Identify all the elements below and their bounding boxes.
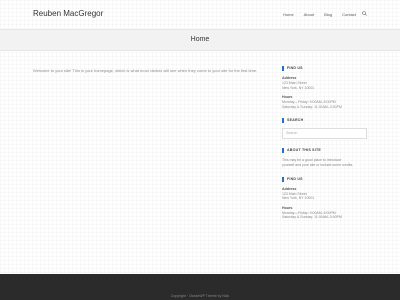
find-us-widget: FIND US Address 123 Main Street New York…	[282, 66, 368, 109]
widget-title: SEARCH	[282, 118, 368, 124]
widget-title: FIND US	[282, 176, 368, 182]
page-title: Home	[190, 36, 210, 43]
nav-item-home[interactable]: Home	[283, 12, 294, 17]
main-navigation: Home About Blog Contact	[283, 12, 366, 17]
nav-item-blog[interactable]: Blog	[324, 12, 332, 17]
about-text: yourself and your site or include some c…	[282, 162, 354, 167]
hours-line: Saturday & Sunday: 11:00AM–3:00PM	[282, 104, 342, 109]
site-footer: Copyright · OceanWP Theme by Nick	[0, 274, 400, 300]
nav-item-contact[interactable]: Contact	[342, 12, 356, 17]
search-icon[interactable]	[362, 11, 367, 16]
search-input[interactable]: Search	[282, 128, 367, 140]
search-widget: SEARCH Search	[282, 118, 368, 140]
site-header: Reuben MacGregor Home About Blog Contact	[0, 0, 400, 29]
address-line: New York, NY 10001	[282, 196, 315, 201]
address-line: New York, NY 10001	[282, 85, 315, 90]
about-widget: ABOUT THIS SITE This may be a good place…	[282, 148, 368, 167]
hours-line: Saturday & Sunday: 11:00AM–3:00PM	[282, 215, 342, 220]
page-header: Home	[0, 29, 400, 51]
nav-item-about[interactable]: About	[304, 12, 314, 17]
find-us-widget: FIND US Address 123 Main Street New York…	[282, 176, 368, 220]
intro-text: Welcome to your site! This is your homep…	[33, 68, 258, 73]
copyright-text: Copyright · OceanWP Theme by Nick	[170, 294, 230, 298]
widget-title: FIND US	[282, 66, 368, 71]
widget-title: ABOUT THIS SITE	[282, 148, 368, 154]
sidebar: FIND US Address 123 Main Street New York…	[282, 66, 368, 229]
site-title[interactable]: Reuben MacGregor	[33, 9, 103, 18]
